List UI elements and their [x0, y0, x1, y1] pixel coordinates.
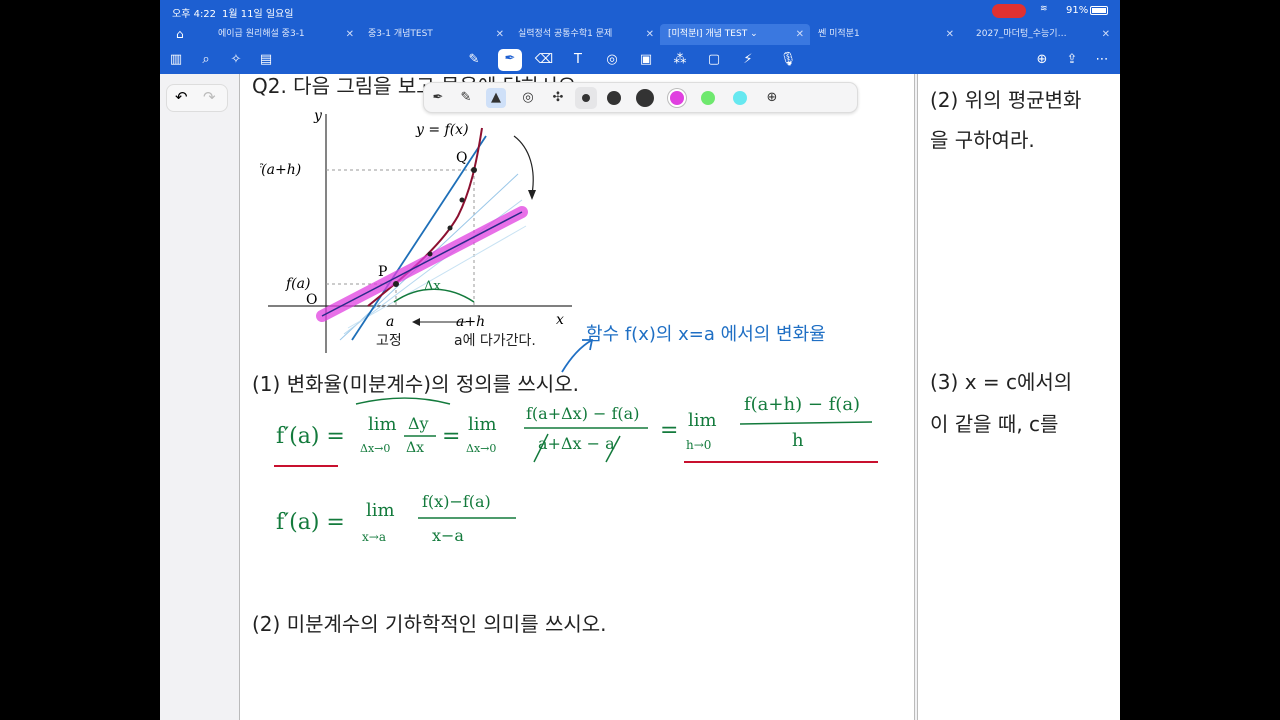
ball-pen-icon[interactable]: ✎	[456, 88, 476, 108]
tab-1[interactable]: 에이급 원리해설 중3-1 ✕	[210, 24, 360, 45]
elements-icon[interactable]: ⁂	[670, 50, 690, 70]
document-icon[interactable]: ▤	[256, 50, 276, 70]
battery-icon	[1090, 6, 1108, 15]
close-icon[interactable]: ✕	[346, 24, 354, 45]
microphone-icon[interactable]: 🎙	[778, 50, 798, 70]
curve-label: y = f(x)	[415, 122, 469, 138]
screen-record-indicator[interactable]	[992, 4, 1026, 18]
redo-icon[interactable]: ↷	[203, 88, 216, 106]
home-icon[interactable]: ⌂	[176, 27, 184, 41]
origin-label: O	[306, 292, 317, 308]
formula-strokes	[274, 397, 878, 467]
battery-percent: 91%	[1066, 5, 1089, 16]
tab-label: 2027_마더텅_수능기…	[976, 29, 1067, 39]
close-icon[interactable]: ✕	[1102, 24, 1110, 45]
tab-label: 에이급 원리해설 중3-1	[218, 29, 305, 39]
blue-handwritten-note: 함수 f(x)의 x=a 에서의 변화율	[586, 324, 826, 345]
tab-2[interactable]: 중3-1 개념TEST ✕	[360, 24, 510, 45]
rotation-arrow	[513, 135, 534, 195]
derivative-graph: y x O y = f(x) Q P f(a+h) f(a) Δx a a+h	[260, 108, 572, 353]
point	[447, 225, 453, 231]
text-tool-icon[interactable]: T	[568, 50, 588, 70]
undo-icon[interactable]: ↶	[175, 88, 188, 106]
tab-bar: ⌂ 에이급 원리해설 중3-1 ✕ 중3-1 개념TEST ✕ 실력정석 공통수학1…	[160, 22, 1120, 46]
image-icon[interactable]: ▣	[636, 50, 656, 70]
lasso-icon[interactable]: ✎	[464, 50, 484, 70]
right-line-4: 이 같을 때, c를	[930, 412, 1059, 436]
point	[427, 251, 433, 257]
point-q-label: Q	[456, 150, 467, 166]
point-p-label: P	[378, 264, 387, 280]
status-bar: 오후 4:22 1월 11일 일요일 ≋ 91%	[160, 0, 1120, 22]
ipad-screen: 오후 4:22 1월 11일 일요일 ≋ 91% ⌂ 에이급 원리해설 중3-1…	[160, 0, 1120, 720]
green-delta-label: Δx	[424, 279, 441, 294]
y-axis-label: y	[313, 108, 323, 124]
sidebar-icon[interactable]: ▥	[166, 50, 186, 70]
tab-label: 실력정석 공통수학1 문제	[518, 29, 613, 39]
highlighter-icon[interactable]: ▲	[486, 88, 506, 108]
undo-redo-group: ↶ ↷	[166, 84, 228, 112]
document-page[interactable]: Q2. 다음 그림을 보고 물음에 답하시오. y x O y = f(x) Q…	[239, 74, 915, 720]
right-line-1: (2) 위의 평균변화	[930, 88, 1082, 112]
sticky-note-icon[interactable]: ▢	[704, 50, 724, 70]
pen-tools-palette: ✒ ✎ ▲ ◎ ✣ ⊕	[423, 82, 858, 113]
color-magenta-selected[interactable]	[670, 91, 684, 105]
point-q	[471, 167, 477, 173]
size-small-dot[interactable]	[582, 94, 590, 102]
fountain-pen-icon[interactable]: ✒	[428, 88, 448, 108]
right-line-3: (3) x = c에서의	[930, 370, 1073, 394]
color-green[interactable]	[701, 91, 715, 105]
formula-2-strokes	[418, 517, 516, 519]
next-page[interactable]: (2) 위의 평균변화 을 구하여라. (3) x = c에서의 이 같을 때,…	[917, 74, 1120, 720]
close-icon[interactable]: ✕	[646, 24, 654, 45]
approach-label: a에 다가간다.	[454, 333, 536, 349]
color-cyan[interactable]	[733, 91, 747, 105]
point	[459, 197, 465, 203]
arrow-head	[528, 190, 536, 200]
search-icon[interactable]: ⌕	[196, 50, 216, 70]
label-a: a	[386, 314, 394, 330]
label-a-plus-h: a+h	[456, 314, 485, 330]
laser-pointer-icon[interactable]: ⚡	[738, 50, 758, 70]
arrow-head	[412, 318, 420, 326]
clock: 오후 4:22	[172, 9, 217, 20]
add-page-icon[interactable]: ⊕	[1032, 50, 1052, 70]
ai-sparkle-icon[interactable]: ✧	[226, 50, 246, 70]
chevron-down-icon[interactable]: ⌄	[750, 29, 758, 39]
more-icon[interactable]: ⋯	[1092, 50, 1112, 70]
eraser-icon[interactable]: ⌫	[534, 50, 554, 70]
fixed-label: 고정	[376, 333, 402, 349]
x-axis-label: x	[556, 312, 564, 328]
fah-label: f(a+h)	[260, 162, 301, 178]
brush-icon[interactable]: ◎	[518, 88, 538, 108]
share-icon[interactable]: ⇪	[1062, 50, 1082, 70]
shapes-icon[interactable]: ◎	[602, 50, 622, 70]
tab-label: 중3-1 개념TEST	[368, 29, 433, 39]
close-icon[interactable]: ✕	[946, 24, 954, 45]
secant-line	[347, 225, 527, 329]
tab-5[interactable]: 쎈 미적분1 ✕	[810, 24, 960, 45]
tab-6[interactable]: 2027_마더텅_수능기… ✕	[968, 24, 1116, 45]
tab-label: [미적분I] 개념 TEST	[668, 29, 748, 39]
pen-tool-icon[interactable]: ✒	[498, 49, 522, 71]
close-icon[interactable]: ✕	[496, 24, 504, 45]
tab-label: 쎈 미적분1	[818, 29, 860, 39]
shape-pen-icon[interactable]: ✣	[548, 88, 568, 108]
tangent-line	[321, 211, 523, 317]
tab-3[interactable]: 실력정석 공통수학1 문제 ✕	[510, 24, 660, 45]
right-line-2: 을 구하여라.	[930, 128, 1035, 152]
question-2: (2) 미분계수의 기하학적인 의미를 쓰시오.	[252, 612, 607, 636]
point-p	[393, 281, 399, 287]
close-icon[interactable]: ✕	[796, 24, 804, 45]
fa-label: f(a)	[285, 276, 310, 292]
wifi-icon: ≋	[1040, 4, 1048, 14]
date: 1월 11일 일요일	[222, 9, 294, 20]
tab-4-active[interactable]: [미적분I] 개념 TEST ⌄ ✕	[660, 24, 810, 45]
add-color-icon[interactable]: ⊕	[762, 88, 782, 108]
size-medium-dot[interactable]	[607, 91, 621, 105]
size-large-dot[interactable]	[636, 89, 654, 107]
